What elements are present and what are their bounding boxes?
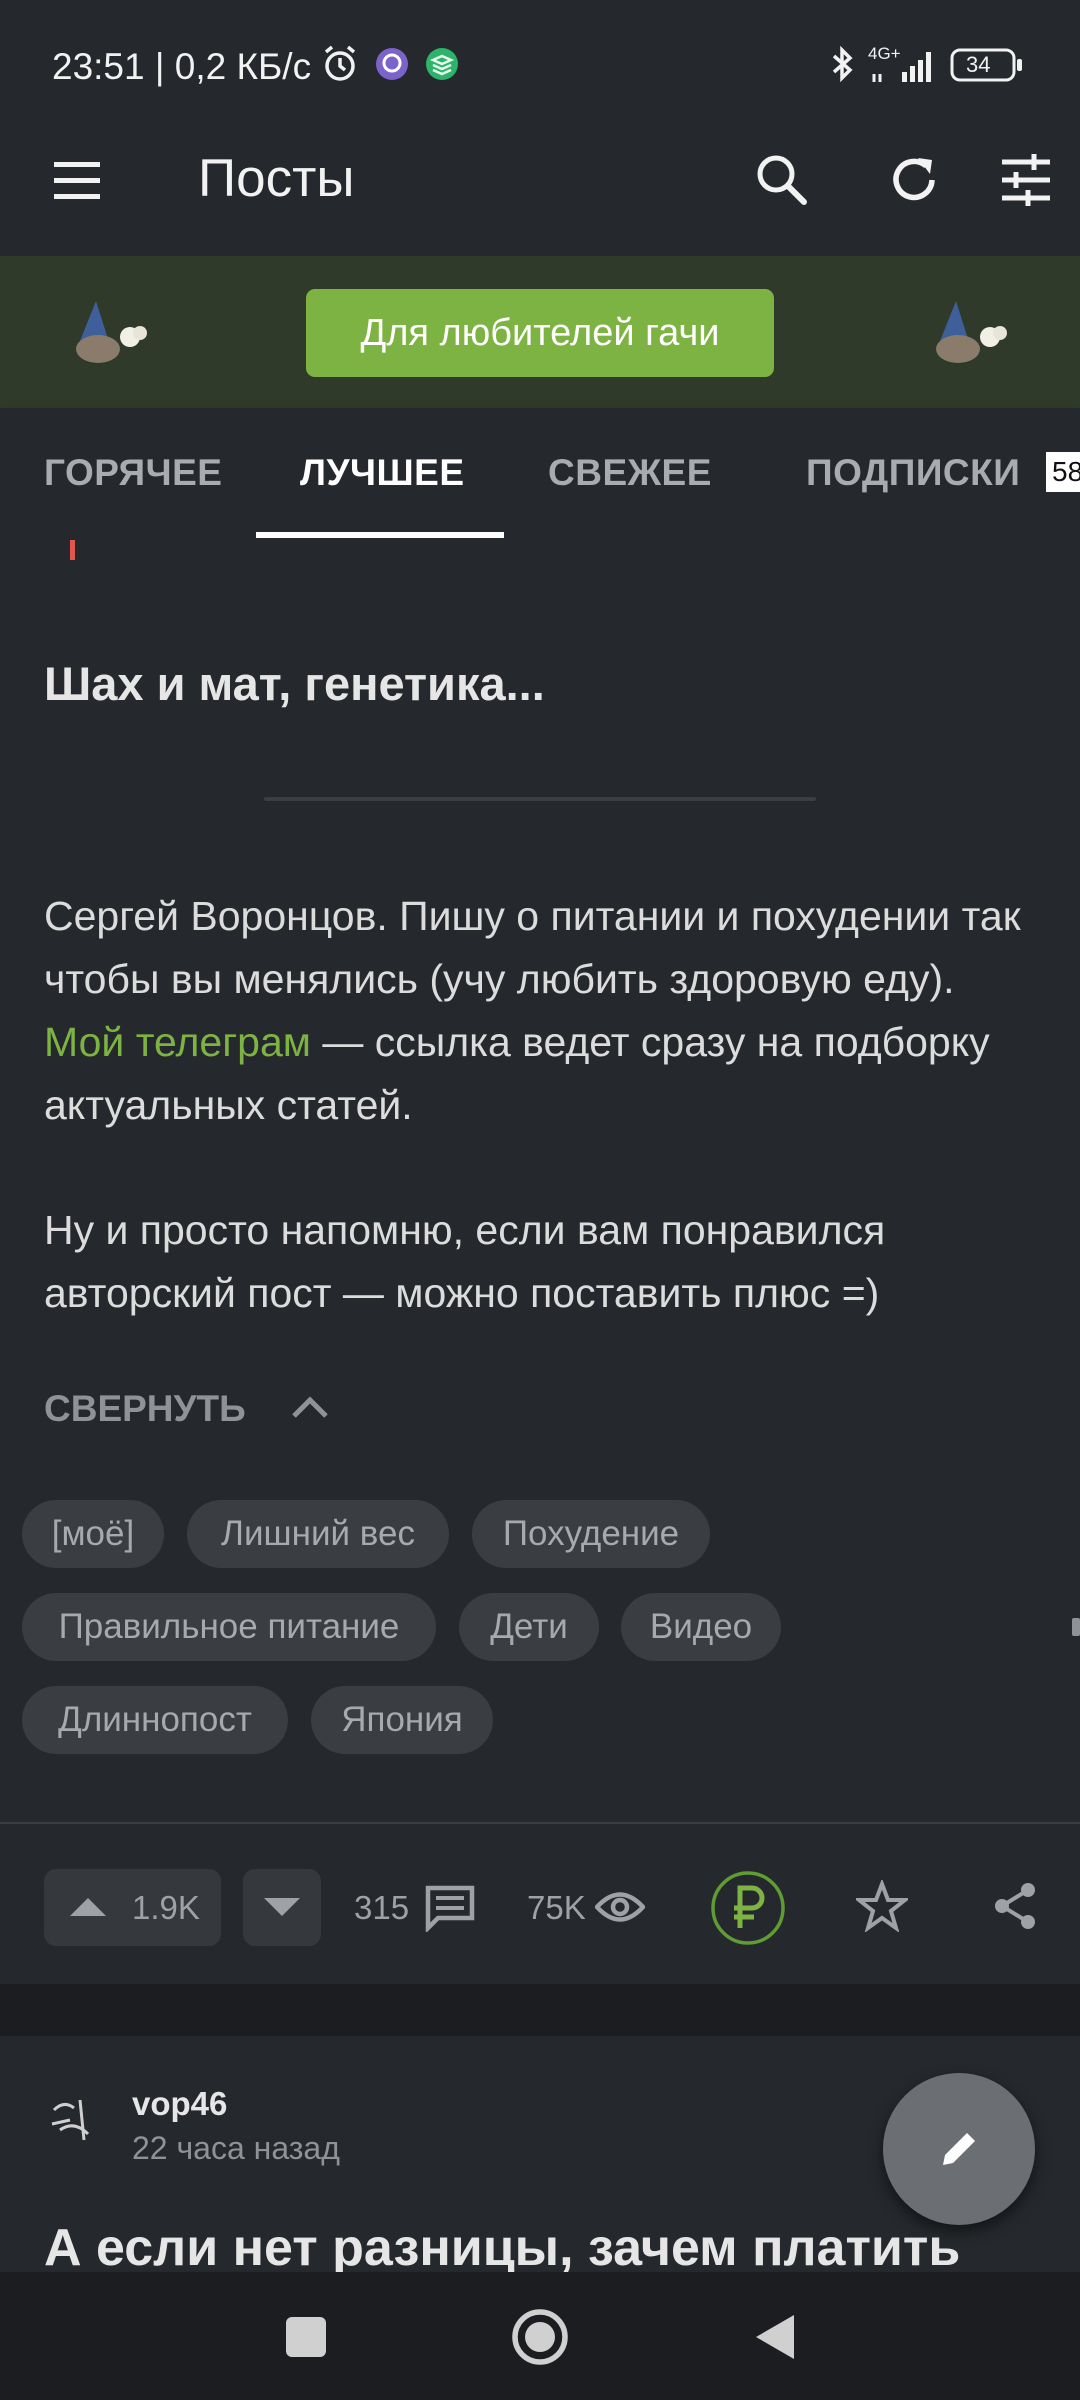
create-post-button[interactable] [883, 2073, 1035, 2225]
tab-fresh[interactable]: СВЕЖЕЕ [548, 452, 712, 494]
page-title: Посты [198, 149, 355, 208]
menu-icon[interactable] [52, 158, 104, 204]
share-icon[interactable] [990, 1880, 1040, 1932]
recents-icon[interactable] [282, 2313, 330, 2361]
back-icon[interactable] [752, 2311, 798, 2363]
tag-chip[interactable]: Видео [621, 1593, 781, 1661]
alarm-icon [324, 45, 356, 81]
cat-wizard-icon [76, 301, 147, 363]
tag-chip[interactable]: Длиннопост [22, 1686, 288, 1754]
subscriptions-badge: 58 [1046, 452, 1080, 492]
tag-chip[interactable]: Лишний вес [187, 1500, 449, 1568]
scroll-indicator [1072, 1618, 1080, 1636]
arrow-down-icon [264, 1898, 300, 1916]
rating-marker [70, 540, 75, 560]
banner-button[interactable]: Для любителей гачи [306, 289, 774, 377]
refresh-icon[interactable] [888, 152, 944, 208]
upvote-count: 1.9K [132, 1889, 200, 1926]
viber-icon [376, 48, 408, 80]
post-paragraph: Сергей Воронцов. Пишу о питании и похуде… [44, 885, 1044, 1137]
tag-chip[interactable]: Похудение [472, 1500, 710, 1568]
eye-icon [595, 1892, 645, 1922]
collapse-button[interactable]: СВЕРНУТЬ [44, 1388, 246, 1430]
tag-chip[interactable]: Дети [459, 1593, 599, 1661]
avatar[interactable] [44, 2090, 106, 2152]
star-icon[interactable] [856, 1880, 908, 1932]
cat-wizard-icon [936, 301, 1007, 363]
comments-count[interactable]: 315 [354, 1889, 409, 1927]
battery-level: 34 [966, 52, 991, 77]
comment-icon[interactable] [424, 1884, 476, 1932]
filter-icon[interactable] [998, 152, 1054, 208]
search-icon[interactable] [754, 152, 810, 208]
paragraph-text: Сергей Воронцов. Пишу о питании и похуде… [44, 893, 1021, 1002]
status-time: 23:51 | 0,2 КБ/с [52, 46, 312, 87]
tab-subscriptions[interactable]: ПОДПИСКИ [806, 452, 1020, 494]
active-tab-indicator [256, 532, 504, 538]
pencil-icon [943, 2133, 975, 2165]
tab-best[interactable]: ЛУЧШЕЕ [300, 452, 465, 494]
home-icon[interactable] [510, 2307, 570, 2367]
views-count: 75K [527, 1889, 586, 1926]
post-time: 22 часа назад [132, 2130, 340, 2166]
chevron-up-icon[interactable] [288, 1392, 332, 1424]
divider [0, 1822, 1080, 1824]
signal-icon [872, 52, 931, 82]
tag-chip[interactable]: Япония [311, 1686, 493, 1754]
stack-app-icon [426, 48, 458, 80]
post-subtitle: Шах и мат, генетика... [44, 657, 545, 710]
post-separator [0, 1984, 1080, 2036]
bluetooth-icon [832, 45, 853, 83]
tab-hot[interactable]: ГОРЯЧЕЕ [44, 452, 222, 494]
tag-chip[interactable]: Правильное питание [22, 1593, 436, 1661]
post-paragraph: Ну и просто напомню, если вам понравился… [44, 1207, 886, 1316]
next-post-title[interactable]: А если нет разницы, зачем платить [44, 2218, 960, 2278]
donate-ruble-icon[interactable] [710, 1870, 786, 1946]
telegram-link[interactable]: Мой телеграм [44, 1019, 311, 1065]
divider [264, 797, 816, 801]
post-author[interactable]: vop46 [132, 2085, 227, 2123]
tag-chip[interactable]: [моё] [22, 1500, 164, 1568]
arrow-up-icon [70, 1898, 106, 1916]
